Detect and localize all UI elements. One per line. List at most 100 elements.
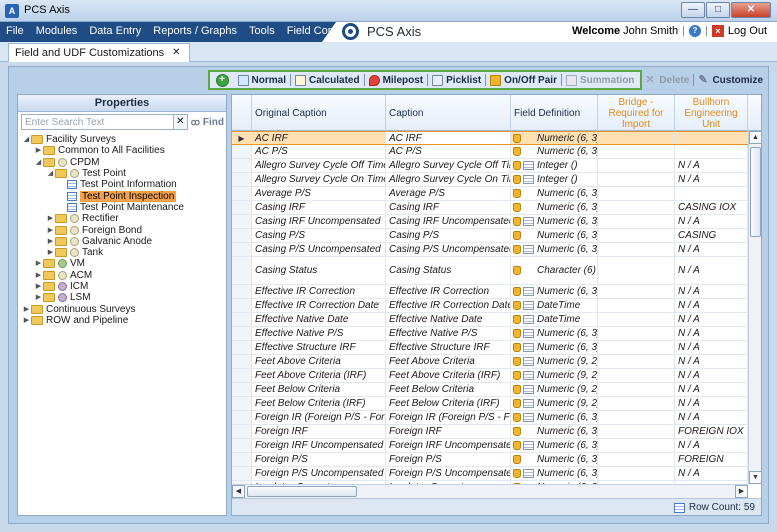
tab-close-icon[interactable]: ✕ [172,47,180,62]
table-row[interactable]: Effective IR Correction Effective IR Corr… [232,285,748,299]
table-row[interactable]: Effective Structure IRF Effective Structu… [232,341,748,355]
cell-bullhorn-unit[interactable]: N / A [675,341,748,354]
cell-bridge-required[interactable] [598,383,675,396]
table-row[interactable]: Casing IRF Casing IRF Numeric (6, 3) CASING… [232,201,748,215]
tab-field-and-udf-customizations[interactable]: Field and UDF Customizations ✕ [8,43,190,62]
cell-bridge-required[interactable] [598,243,675,256]
table-row[interactable]: Allegro Survey Cycle On Time Allegro Surv… [232,173,748,187]
vertical-scrollbar[interactable]: ▲ ▼ [748,131,761,484]
cell-bullhorn-unit[interactable]: N / A [675,257,748,284]
table-row[interactable]: Foreign P/S Uncompensated Foreign P/S Unc… [232,467,748,481]
menu-file[interactable]: File [0,22,30,42]
tree-node[interactable]: ▶ Tank [18,247,226,258]
tree-node[interactable]: Test Point Inspection [18,190,226,202]
cell-bullhorn-unit[interactable]: CASING IOX [675,201,748,214]
cell-caption[interactable]: Feet Below Criteria [386,383,511,396]
cell-caption[interactable]: Casing IRF [386,201,511,214]
row-selector[interactable] [232,327,252,340]
cell-caption[interactable]: Effective IR Correction Date [386,299,511,312]
column-bullhorn-unit[interactable]: Bullhorn Engineering Unit [675,95,748,131]
cell-bridge-required[interactable] [598,341,675,354]
row-selector[interactable] [232,299,252,312]
collapse-arrow-icon[interactable]: ◢ [34,157,43,168]
add-milepost-button[interactable]: Milepost [366,72,427,88]
row-selector[interactable] [232,369,252,382]
column-caption[interactable]: Caption [386,95,511,131]
table-row[interactable]: Effective IR Correction Date Effective IR… [232,299,748,313]
row-selector[interactable] [232,243,252,256]
maximize-button[interactable]: □ [706,2,730,18]
tree-node[interactable]: Test Point Maintenance [18,202,226,213]
cell-caption[interactable]: Foreign P/S [386,453,511,466]
menu-modules[interactable]: Modules [30,22,84,42]
row-selector[interactable] [232,313,252,326]
cell-caption[interactable]: Foreign P/S Uncompensated [386,467,511,480]
cell-caption[interactable]: Casing Status [386,257,511,284]
cell-bridge-required[interactable] [598,257,675,284]
cell-bullhorn-unit[interactable] [675,132,748,144]
cell-caption[interactable]: Foreign IRF [386,425,511,438]
row-selector[interactable] [232,383,252,396]
tree-node[interactable]: Test Point Information [18,179,226,190]
table-row[interactable]: Foreign IR (Foreign P/S - Foreign I...Fo… [232,411,748,425]
expand-arrow-icon[interactable]: ▶ [34,292,43,303]
cell-bridge-required[interactable] [598,201,675,214]
cell-bullhorn-unit[interactable]: N / A [675,369,748,382]
add-normal-button[interactable]: Normal [235,72,289,88]
scroll-up-icon[interactable]: ▲ [749,131,761,144]
row-selector[interactable] [232,257,252,284]
tree-node[interactable]: ◢ Test Point [18,168,226,179]
row-selector[interactable] [232,173,252,186]
row-selector[interactable] [232,229,252,242]
table-row[interactable]: Feet Below Criteria Feet Below Criteria Nu… [232,383,748,397]
cell-caption[interactable]: Effective Native Date [386,313,511,326]
tree-node[interactable]: ▶ Continuous Surveys [18,303,226,315]
cell-bullhorn-unit[interactable]: N / A [675,439,748,452]
cell-bridge-required[interactable] [598,313,675,326]
cell-caption[interactable]: Effective Structure IRF [386,341,511,354]
add-on-off-pair-button[interactable]: On/Off Pair [487,72,560,88]
scroll-thumb[interactable] [247,486,357,497]
tree-node[interactable]: ◢ CPDM [18,157,226,168]
logout-icon[interactable]: × [711,25,724,37]
table-row[interactable]: Allegro Survey Cycle Off Time Allegro Sur… [232,159,748,173]
cell-caption[interactable]: Casing P/S Uncompensated [386,243,511,256]
cell-bridge-required[interactable] [598,327,675,340]
cell-bridge-required[interactable] [598,439,675,452]
cell-bridge-required[interactable] [598,467,675,480]
row-selector[interactable] [232,187,252,200]
table-row[interactable]: Casing P/S Uncompensated Casing P/S Uncom… [232,243,748,257]
tree-node[interactable]: ▶ Foreign Bond [18,224,226,236]
search-input[interactable] [21,114,174,130]
tree-node[interactable]: ▶ ROW and Pipeline [18,315,226,326]
expand-arrow-icon[interactable]: ▶ [34,258,43,269]
cell-caption[interactable]: Casing IRF Uncompensated [386,215,511,228]
cell-bridge-required[interactable] [598,369,675,382]
column-original-caption[interactable]: Original Caption [252,95,386,131]
horizontal-scrollbar[interactable]: ◀ ▶ [232,484,748,498]
tree-node[interactable]: ▶ Rectifier [18,213,226,224]
row-selector[interactable] [232,145,252,158]
cell-bridge-required[interactable] [598,425,675,438]
cell-bullhorn-unit[interactable]: N / A [675,159,748,172]
row-selector[interactable] [232,355,252,368]
add-summation-button[interactable]: Summation [563,72,637,88]
cell-bridge-required[interactable] [598,173,675,186]
cell-caption[interactable]: AC IRF [386,132,511,144]
cell-bullhorn-unit[interactable]: CASING [675,229,748,242]
delete-button[interactable]: ✕ Delete [642,72,692,88]
customize-button[interactable]: ✎ Customize [695,72,766,88]
expand-arrow-icon[interactable]: ▶ [46,247,55,258]
cell-bullhorn-unit[interactable]: N / A [675,313,748,326]
row-selector[interactable] [232,215,252,228]
cell-caption[interactable]: AC P/S [386,145,511,158]
cell-bridge-required[interactable] [598,145,675,158]
close-button[interactable]: ✕ [731,2,771,18]
cell-bullhorn-unit[interactable]: N / A [675,397,748,410]
cell-bridge-required[interactable] [598,453,675,466]
row-selector[interactable] [232,411,252,424]
tree-node[interactable]: ▶ VM [18,258,226,269]
expand-arrow-icon[interactable]: ▶ [22,304,31,315]
expand-arrow-icon[interactable]: ▶ [34,281,43,292]
cell-bullhorn-unit[interactable]: N / A [675,215,748,228]
